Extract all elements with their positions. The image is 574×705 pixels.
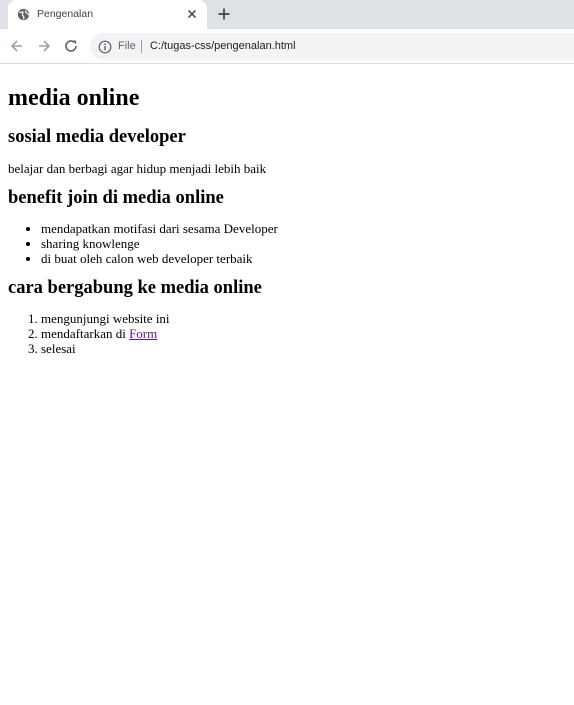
address-bar[interactable]: File C:/tugas-css/pengenalan.html <box>90 33 574 60</box>
step-text: mendaftarkan di <box>41 326 130 341</box>
forward-arrow-icon[interactable] <box>36 38 52 54</box>
section-heading-cara-bergabung: cara bergabung ke media online <box>8 278 262 298</box>
page-title: media online <box>8 85 140 111</box>
url-text[interactable]: C:/tugas-css/pengenalan.html <box>150 40 296 52</box>
benefit-list: mendapatkan motifasi dari sesama Develop… <box>8 221 566 266</box>
close-icon[interactable] <box>185 7 199 21</box>
section-heading-sosial-media: sosial media developer <box>8 127 186 147</box>
info-icon[interactable] <box>98 40 112 54</box>
browser-toolbar: File C:/tugas-css/pengenalan.html <box>0 29 574 64</box>
page-content: media online sosial media developer bela… <box>0 83 574 356</box>
tab-strip: Pengenalan <box>0 0 574 29</box>
globe-icon <box>17 8 30 21</box>
intro-paragraph: belajar dan berbagi agar hidup menjadi l… <box>8 161 267 176</box>
new-tab-plus-icon[interactable] <box>216 6 232 22</box>
scheme-label: File <box>118 40 136 52</box>
back-arrow-icon[interactable] <box>9 38 25 54</box>
list-item: mendaftarkan di Form <box>41 326 566 341</box>
list-item: mendapatkan motifasi dari sesama Develop… <box>41 221 566 236</box>
list-item: mengunjungi website ini <box>41 311 566 326</box>
tab-title: Pengenalan <box>37 8 94 20</box>
address-divider <box>141 40 142 53</box>
section-heading-benefit: benefit join di media online <box>8 188 224 208</box>
form-link[interactable]: Form <box>129 326 157 341</box>
list-item: sharing knowlenge <box>41 236 566 251</box>
tab-pengenalan[interactable]: Pengenalan <box>8 0 207 29</box>
reload-icon[interactable] <box>63 38 79 54</box>
list-item: di buat oleh calon web developer terbaik <box>41 251 566 266</box>
browser-window: Pengenalan File C:/tugas-css/pengenalan.… <box>0 0 574 64</box>
steps-list: mengunjungi website ini mendaftarkan di … <box>8 311 566 356</box>
list-item: selesai <box>41 341 566 356</box>
